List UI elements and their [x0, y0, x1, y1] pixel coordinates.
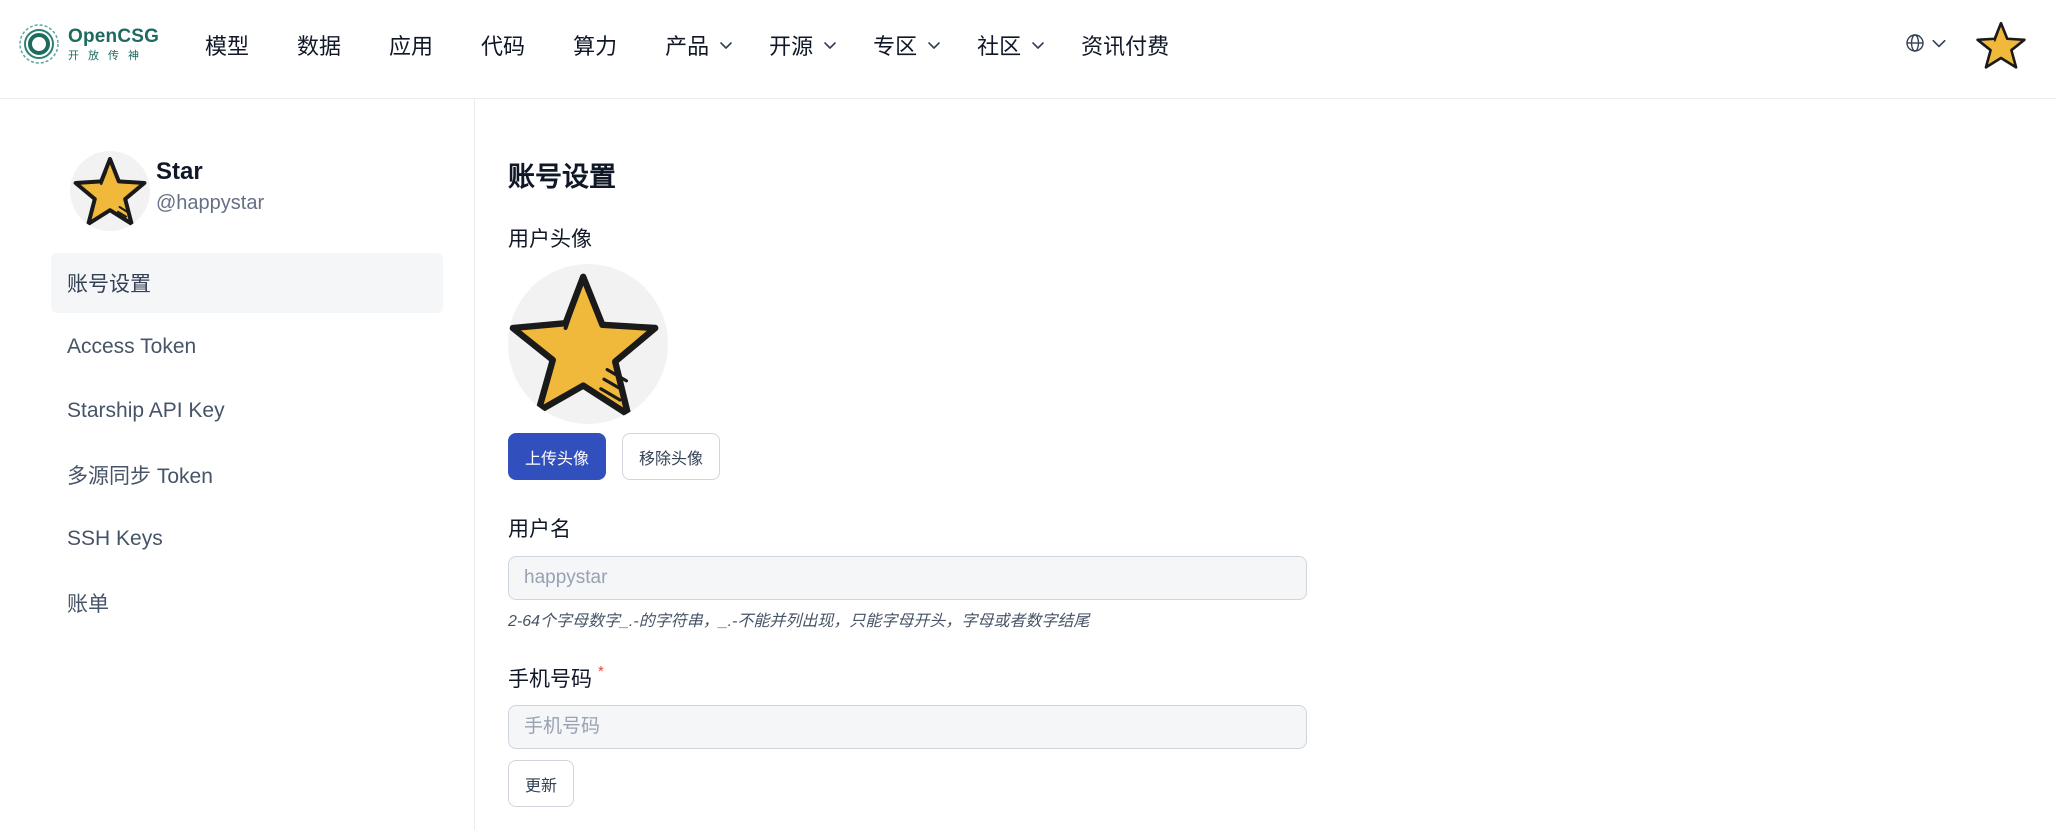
nav-item-label: 数据 — [297, 34, 342, 59]
username-field[interactable] — [508, 556, 1307, 600]
profile-summary: Star @happystar — [70, 151, 264, 231]
remove-avatar-button[interactable]: 移除头像 — [622, 433, 720, 480]
nav-item-label: 应用 — [389, 34, 434, 59]
sidebar-item-label: 账号设置 — [67, 273, 151, 296]
globe-icon — [1906, 34, 1924, 52]
nav-item-opensource[interactable]: 开源 — [769, 25, 837, 65]
nav-item-paid-news[interactable]: 资讯付费 — [1081, 25, 1169, 65]
nav-item-community[interactable]: 社区 — [977, 25, 1045, 65]
nav-item-label: 模型 — [205, 34, 250, 59]
profile-handle: @happystar — [156, 192, 265, 214]
nav-item-code[interactable]: 代码 — [481, 25, 525, 65]
language-switcher[interactable] — [1905, 33, 1947, 53]
nav-item-label: 专区 — [873, 34, 918, 59]
nav-item-label: 产品 — [665, 34, 710, 59]
star-avatar-icon — [73, 157, 147, 226]
avatar-section-label: 用户头像 — [508, 228, 592, 251]
username-label: 用户名 — [508, 518, 571, 541]
top-header: OpenCSG 开放传神 模型 数据 应用 代码 算力 产品 开源 专区 社区 … — [0, 0, 2056, 99]
sidebar-menu: 账号设置 Access Token Starship API Key 多源同步 … — [51, 253, 443, 637]
avatar — [70, 151, 150, 231]
chevron-down-icon — [720, 42, 732, 49]
required-mark: * — [598, 663, 604, 680]
opencsg-logo-icon — [19, 24, 59, 64]
settings-sidebar: Star @happystar 账号设置 Access Token Starsh… — [0, 99, 475, 830]
sidebar-item-billing[interactable]: 账单 — [51, 573, 443, 633]
sidebar-item-sync-token[interactable]: 多源同步 Token — [51, 445, 443, 505]
main-nav: 模型 数据 应用 代码 算力 产品 开源 专区 社区 资讯付费 — [205, 0, 1217, 90]
sidebar-item-label: Starship API Key — [67, 399, 225, 422]
nav-item-apps[interactable]: 应用 — [389, 25, 433, 65]
opencsg-logo[interactable]: OpenCSG 开放传神 — [18, 22, 159, 66]
sidebar-item-ssh-keys[interactable]: SSH Keys — [51, 509, 443, 569]
sidebar-item-label: SSH Keys — [67, 527, 163, 550]
sidebar-item-access-token[interactable]: Access Token — [51, 317, 443, 377]
nav-item-label: 算力 — [573, 34, 618, 59]
chevron-down-icon — [1032, 42, 1044, 49]
account-settings-panel: 账号设置 用户头像 上传头像 移除头像 用户名 2-64个字母数字_.-的字符串… — [508, 99, 2056, 830]
logo-title: OpenCSG — [68, 25, 160, 47]
phone-label: 手机号码 * — [508, 663, 604, 693]
nav-item-compute[interactable]: 算力 — [573, 25, 617, 65]
nav-item-label: 社区 — [977, 34, 1022, 59]
profile-name: Star — [156, 158, 203, 185]
sidebar-item-starship-api-key[interactable]: Starship API Key — [51, 381, 443, 441]
phone-field[interactable] — [508, 705, 1307, 749]
upload-avatar-button[interactable]: 上传头像 — [508, 433, 606, 480]
nav-item-products[interactable]: 产品 — [665, 25, 733, 65]
nav-item-label: 资讯付费 — [1081, 34, 1170, 59]
avatar-preview — [508, 264, 668, 424]
star-avatar-icon — [509, 273, 659, 418]
chevron-down-icon — [1932, 39, 1946, 48]
phone-label-text: 手机号码 — [508, 668, 592, 691]
username-hint: 2-64个字母数字_.-的字符串，_.-不能并列出现，只能字母开头，字母或者数字… — [508, 613, 1090, 630]
chevron-down-icon — [928, 42, 940, 49]
sidebar-item-account-settings[interactable]: 账号设置 — [51, 253, 443, 313]
sidebar-item-label: 账单 — [67, 593, 109, 616]
nav-item-zones[interactable]: 专区 — [873, 25, 941, 65]
nav-item-datasets[interactable]: 数据 — [297, 25, 341, 65]
sidebar-item-label: 多源同步 Token — [67, 465, 213, 488]
update-button[interactable]: 更新 — [508, 760, 574, 807]
sidebar-item-label: Access Token — [67, 335, 197, 358]
page-title: 账号设置 — [508, 162, 616, 192]
nav-item-label: 代码 — [481, 34, 526, 59]
nav-item-label: 开源 — [769, 34, 814, 59]
nav-item-models[interactable]: 模型 — [205, 25, 249, 65]
chevron-down-icon — [824, 42, 836, 49]
user-avatar-icon[interactable] — [1975, 20, 2027, 70]
logo-subtitle: 开放传神 — [68, 49, 148, 62]
